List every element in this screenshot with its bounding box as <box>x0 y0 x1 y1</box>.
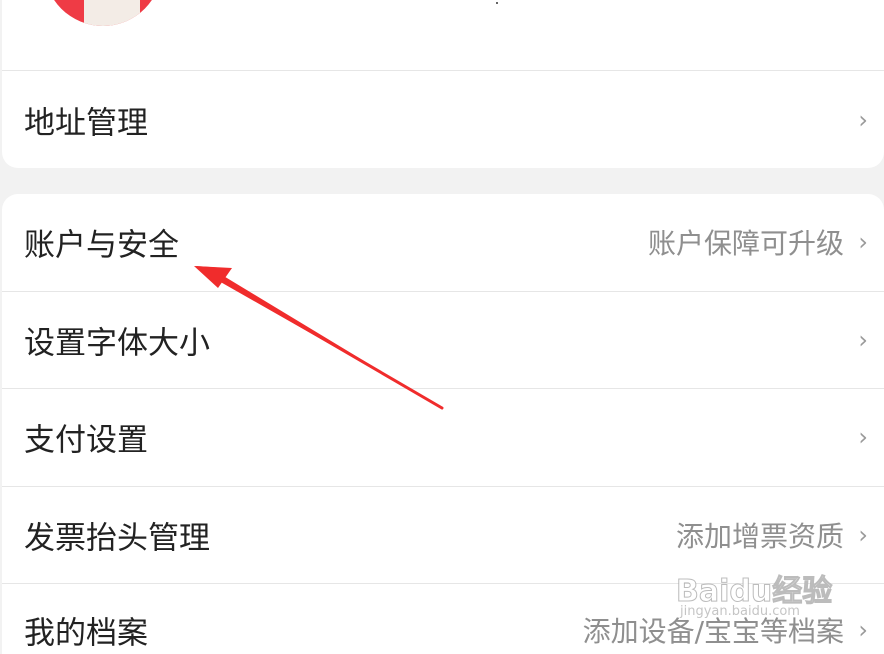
menu-row-label: 支付设置 <box>24 422 148 459</box>
chevron-right-icon: › <box>858 616 868 644</box>
status-dot <box>496 2 498 4</box>
menu-row-label: 发票抬头管理 <box>24 520 210 557</box>
menu-row-label: 账户与安全 <box>24 227 179 264</box>
menu-row-account-security[interactable]: 账户与安全 账户保障可升级 › <box>2 194 884 290</box>
menu-row-value: 添加增票资质 <box>675 520 844 553</box>
menu-row-address[interactable]: 地址管理 › <box>2 72 884 168</box>
menu-row-font-size[interactable]: 设置字体大小 › <box>2 292 884 388</box>
chevron-right-icon: › <box>858 521 868 549</box>
settings-card: 账户与安全 账户保障可升级 › 设置字体大小 › 支付设置 › 发票抬头管理 添… <box>2 194 884 654</box>
menu-row-value: 添加设备/宝宝等档案 <box>582 615 844 648</box>
divider <box>2 70 884 71</box>
chevron-right-icon: › <box>858 423 868 451</box>
avatar-figure <box>84 0 140 26</box>
chevron-right-icon: › <box>858 326 868 354</box>
menu-row-label: 地址管理 <box>24 105 148 142</box>
chevron-right-icon: › <box>858 106 868 134</box>
menu-row-payment[interactable]: 支付设置 › <box>2 389 884 485</box>
menu-row-value: 账户保障可升级 <box>647 227 844 260</box>
profile-card: 地址管理 › <box>2 0 884 168</box>
avatar[interactable] <box>44 0 162 26</box>
menu-row-label: 设置字体大小 <box>24 325 210 362</box>
chevron-right-icon: › <box>858 228 868 256</box>
menu-row-invoice[interactable]: 发票抬头管理 添加增票资质 › <box>2 487 884 583</box>
menu-row-archive[interactable]: 我的档案 添加设备/宝宝等档案 › <box>2 582 884 654</box>
menu-row-label: 我的档案 <box>24 615 148 652</box>
